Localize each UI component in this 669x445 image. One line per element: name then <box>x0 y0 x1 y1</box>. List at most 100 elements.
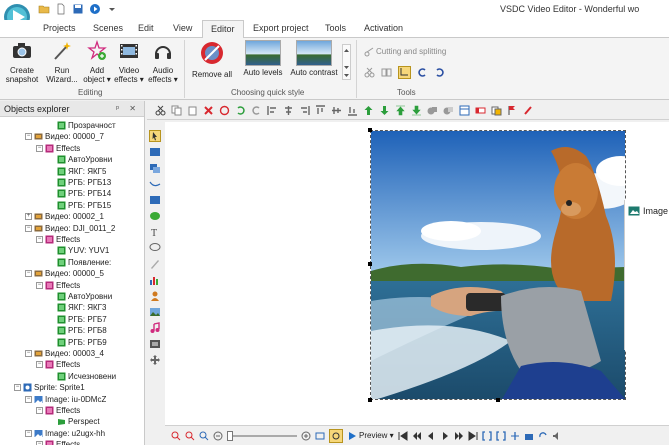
pen-tool-icon[interactable] <box>149 258 161 270</box>
preview-mode-icon[interactable] <box>329 428 343 443</box>
resize-handle[interactable] <box>368 398 372 402</box>
tree-item[interactable]: РГБ: РГБ9 <box>57 337 107 348</box>
collapse-icon[interactable]: − <box>36 361 43 369</box>
tab-view[interactable]: View <box>173 23 192 33</box>
dropdown-icon[interactable] <box>106 3 118 15</box>
redo-icon[interactable] <box>251 105 262 116</box>
shape-union-icon[interactable] <box>427 105 438 116</box>
video-frame-image[interactable] <box>370 130 626 400</box>
tab-tools[interactable]: Tools <box>325 23 346 33</box>
collapse-icon[interactable]: − <box>36 281 43 289</box>
layout-icon[interactable] <box>459 105 470 116</box>
arrow-up-icon[interactable] <box>363 105 374 116</box>
add-object-button[interactable]: Add object ▾ <box>82 39 112 84</box>
tab-activation[interactable]: Activation <box>364 23 403 33</box>
collapse-icon[interactable]: − <box>14 384 21 392</box>
zoom-plus-icon[interactable] <box>301 431 311 441</box>
tree-item[interactable]: РГБ: РГБ14 <box>57 188 111 199</box>
tree-item[interactable]: Появление: <box>57 257 111 268</box>
resize-handle[interactable] <box>368 128 372 132</box>
line-tool-icon[interactable] <box>149 178 161 190</box>
tree-item[interactable]: Прозрачност <box>57 120 116 131</box>
video-effects-button[interactable]: Video effects ▾ <box>114 40 144 84</box>
align-bottom-icon[interactable] <box>347 105 358 116</box>
resize-handle[interactable] <box>496 398 500 402</box>
collapse-icon[interactable]: − <box>25 429 32 437</box>
arrow-bottom-icon[interactable] <box>411 105 422 116</box>
auto-contrast-button[interactable]: Auto contrast <box>288 40 340 77</box>
collapse-icon[interactable]: − <box>25 350 32 357</box>
audio-effects-button[interactable]: Audio effects ▾ <box>147 40 179 84</box>
tree-item[interactable]: − Effects <box>36 280 80 291</box>
text-tool-icon[interactable]: T <box>149 226 161 238</box>
circle-icon[interactable] <box>219 105 230 116</box>
quick-style-scroll-icon[interactable] <box>342 44 351 80</box>
fit-window-icon[interactable] <box>315 431 325 441</box>
create-snapshot-button[interactable]: Create snapshot <box>3 40 41 84</box>
zoom-minus-icon[interactable] <box>213 431 223 441</box>
tree-item[interactable]: Исчезновени <box>57 371 116 382</box>
zoom-in-icon[interactable] <box>171 431 181 441</box>
new-file-icon[interactable] <box>55 3 67 15</box>
layer-icon[interactable] <box>491 105 502 116</box>
tree-item[interactable]: − Видео: 00000_5 <box>25 268 104 279</box>
tree-item[interactable]: РГБ: РГБ8 <box>57 325 107 336</box>
brush-icon[interactable] <box>523 105 534 116</box>
tree-item[interactable]: − Видео: 00000_7 <box>25 131 104 142</box>
tab-projects[interactable]: Projects <box>43 23 76 33</box>
align-top-icon[interactable] <box>315 104 326 116</box>
ellipse-tool-icon[interactable] <box>149 210 161 222</box>
copy-icon[interactable] <box>171 105 182 116</box>
zoom-slider[interactable] <box>227 430 297 441</box>
run-wizard-button[interactable]: Run Wizard... <box>45 40 79 84</box>
second-clip-panel[interactable] <box>624 200 669 350</box>
delete-icon[interactable] <box>203 105 214 116</box>
shape-subtract-icon[interactable] <box>443 105 454 116</box>
flag-icon[interactable] <box>507 105 518 116</box>
panel-controls[interactable]: ᵖ ✕ <box>116 104 140 113</box>
expand-icon[interactable]: + <box>25 213 32 221</box>
preview-button[interactable]: Preview ▾ <box>347 431 394 441</box>
sprite-tool-icon[interactable] <box>149 290 161 302</box>
rectangle-tool-icon[interactable] <box>149 194 161 206</box>
music-tool-icon[interactable] <box>149 322 161 334</box>
video-tool-icon[interactable] <box>149 146 161 158</box>
collapse-icon[interactable]: − <box>36 407 43 414</box>
tab-editor[interactable]: Editor <box>202 20 244 39</box>
tree-item[interactable]: ЯКГ: ЯКГ5 <box>57 166 106 177</box>
tree-item[interactable]: − Sprite: Sprite1 <box>14 382 85 393</box>
move-tool-icon[interactable] <box>149 354 161 366</box>
snapshot-small-icon[interactable] <box>524 431 534 441</box>
align-middle-icon[interactable] <box>331 105 342 116</box>
zoom-slider-knob[interactable] <box>227 430 233 441</box>
tree-item[interactable]: − Effects <box>36 234 80 245</box>
play-icon[interactable] <box>89 3 101 15</box>
loop-icon[interactable] <box>538 431 548 441</box>
arrow-top-icon[interactable] <box>395 105 406 116</box>
tree-item[interactable]: − Effects <box>36 405 80 416</box>
tree-item[interactable]: − Effects <box>36 359 80 370</box>
tab-scenes[interactable]: Scenes <box>93 23 123 33</box>
save-icon[interactable] <box>72 3 84 15</box>
tree-item[interactable]: РГБ: РГБ7 <box>57 314 107 325</box>
tree-item[interactable]: − Видео: DJI_0011_2 <box>25 223 115 234</box>
tree-item[interactable]: РГБ: РГБ15 <box>57 200 111 211</box>
undo-icon[interactable] <box>235 105 246 116</box>
tree-item[interactable]: РГБ: РГБ13 <box>57 177 111 188</box>
cursor-tool-icon[interactable] <box>149 130 161 142</box>
volume-icon[interactable] <box>552 431 562 441</box>
folder-icon[interactable] <box>38 3 50 15</box>
remove-all-button[interactable]: Remove all <box>190 40 234 79</box>
scissors-icon[interactable] <box>364 67 375 78</box>
rotate-right-icon[interactable] <box>434 67 445 78</box>
align-left-icon[interactable] <box>267 105 278 116</box>
mark-out-icon[interactable] <box>496 430 506 441</box>
collapse-icon[interactable]: − <box>25 270 32 278</box>
collapse-icon[interactable]: − <box>25 224 32 232</box>
tree-item[interactable]: − Effects <box>36 439 80 445</box>
auto-levels-button[interactable]: Auto levels <box>240 40 286 77</box>
arrow-down-icon[interactable] <box>379 105 390 116</box>
go-start-icon[interactable] <box>398 430 408 441</box>
tree-item[interactable]: Perspect <box>57 416 100 427</box>
layers-tool-icon[interactable] <box>149 162 161 174</box>
